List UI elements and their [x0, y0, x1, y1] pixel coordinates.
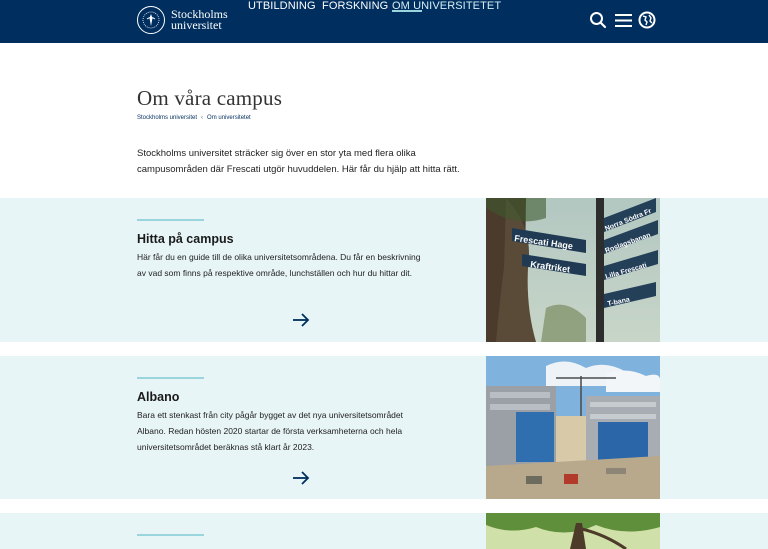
card-text-line-3: universitetsområdet beräknas stå klart å…	[137, 442, 315, 452]
search-icon[interactable]	[589, 11, 607, 29]
card-accent-line	[137, 377, 204, 379]
nav-utbildning[interactable]: UTBILDNING	[248, 0, 316, 12]
card-accent-line	[137, 219, 204, 221]
arrow-right-icon[interactable]	[292, 313, 310, 327]
nav-forskning[interactable]: FORSKNING	[322, 0, 388, 12]
site-header: Stockholms universitet UTBILDNING FORSKN…	[0, 0, 768, 43]
university-logo[interactable]: Stockholms universitet	[137, 6, 228, 34]
card-text-line-1: Här får du en guide till de olika univer…	[137, 252, 421, 262]
card-description: Bara ett stenkast från city pågår bygget…	[137, 407, 467, 455]
signposts-photo: Frescati Hage Kraftriket Norra Södra Fr …	[486, 198, 660, 342]
card-accent-line	[137, 534, 204, 536]
card-text-line-2: av vad som finns på respektive område, l…	[137, 268, 412, 278]
card-title[interactable]: Hitta på campus	[137, 232, 234, 246]
arrow-right-icon[interactable]	[292, 471, 310, 485]
logo-text: Stockholms universitet	[171, 8, 228, 32]
breadcrumb: Stockholms universitet ‹ Om universitete…	[137, 115, 251, 121]
intro-line-1: Stockholms universitet sträcker sig över…	[137, 148, 416, 159]
intro-text: Stockholms universitet sträcker sig över…	[137, 146, 497, 178]
tree-photo	[486, 513, 660, 549]
breadcrumb-current[interactable]: Om universitetet	[207, 115, 251, 121]
breadcrumb-home[interactable]: Stockholms universitet	[137, 115, 197, 121]
intro-line-2: campusområden där Frescati utgör huvudde…	[137, 164, 460, 175]
construction-site-photo	[486, 356, 660, 499]
card-description: Här får du en guide till de olika univer…	[137, 249, 467, 281]
card-albano[interactable]: Albano Bara ett stenkast från city pågår…	[0, 356, 768, 499]
card-hitta-pa-campus[interactable]: Hitta på campus Här får du en guide till…	[0, 198, 768, 342]
breadcrumb-separator: ‹	[201, 115, 204, 121]
menu-icon[interactable]	[614, 11, 632, 29]
card-text-line-2: Albano. Redan hösten 2020 startar de för…	[137, 426, 403, 436]
logo-line-2: universitet	[171, 18, 222, 32]
nav-om-universitetet[interactable]: OM UNIVERSITETET	[392, 0, 501, 12]
seal-icon	[137, 6, 165, 34]
card-title[interactable]: Albano	[137, 390, 179, 404]
globe-icon[interactable]	[638, 11, 656, 29]
page-title: Om våra campus	[137, 86, 283, 110]
card-third[interactable]	[0, 513, 768, 549]
card-text-line-1: Bara ett stenkast från city pågår bygget…	[137, 410, 404, 420]
